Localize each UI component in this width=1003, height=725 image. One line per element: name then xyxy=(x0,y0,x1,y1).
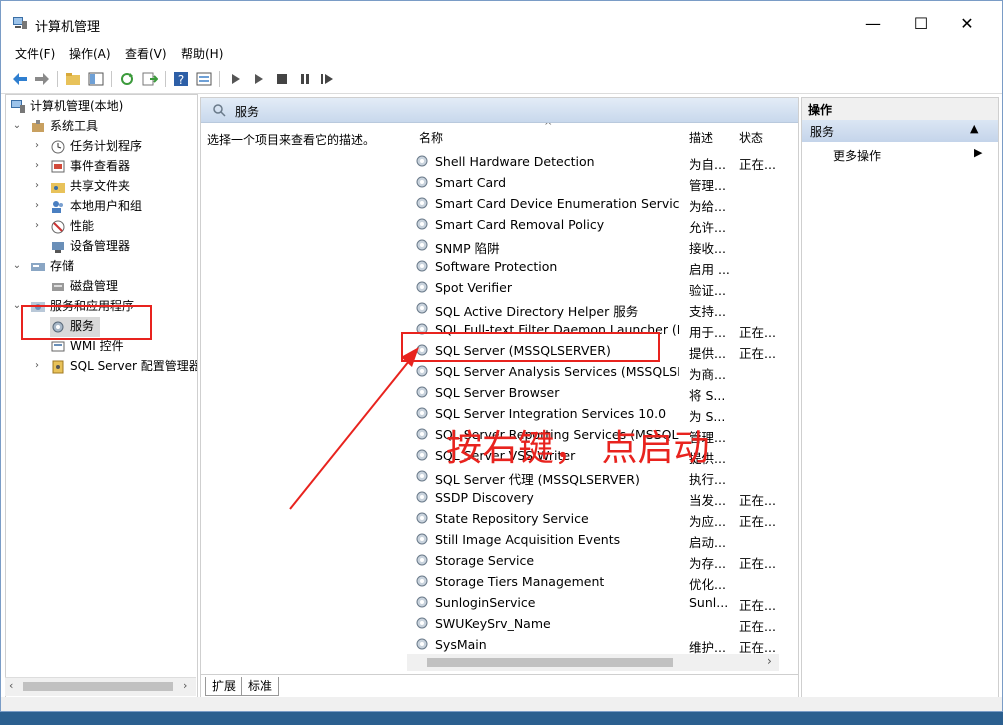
annotation-arrow xyxy=(289,347,419,510)
taskbar xyxy=(0,712,1003,725)
annotation-text: 按右键， 点启动 xyxy=(446,428,710,469)
computer-management-window: 计算机管理 — ☐ ✕ 文件(F) 操作(A) 查看(V) 帮助(H) ? 计算… xyxy=(0,0,1003,712)
